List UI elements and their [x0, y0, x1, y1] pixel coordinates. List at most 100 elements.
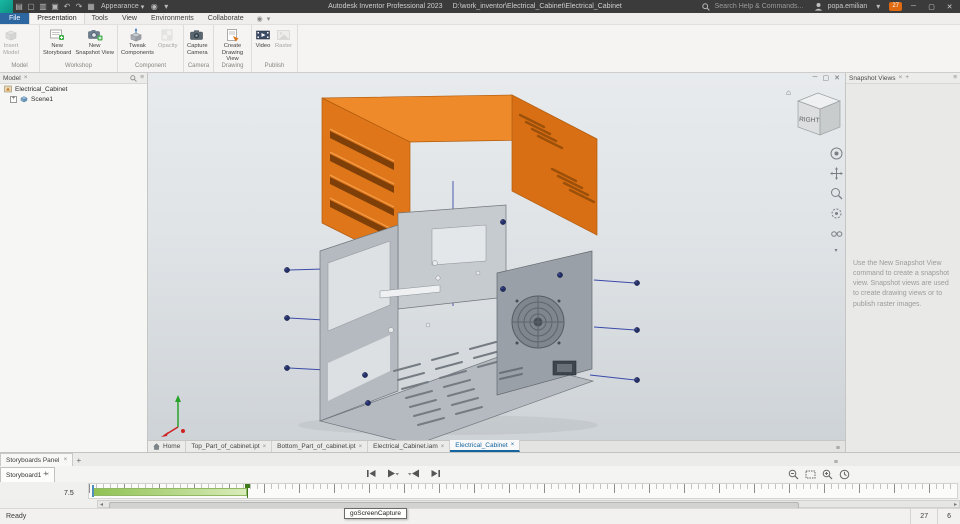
group-label-component: Component: [134, 63, 167, 69]
timeline-zoom-controls: [788, 469, 850, 480]
zoom-in-icon[interactable]: [822, 469, 833, 480]
capture-camera-button[interactable]: Capture Camera: [186, 27, 209, 57]
restore-button[interactable]: ▢: [925, 3, 938, 11]
browser-search-icon[interactable]: [130, 74, 137, 82]
close-icon[interactable]: ×: [441, 444, 445, 450]
navbar-more-icon[interactable]: ▾: [834, 247, 837, 254]
close-icon[interactable]: ×: [359, 444, 363, 450]
tab-presentation[interactable]: Presentation: [29, 13, 85, 24]
timeline-start-marker: [92, 485, 94, 497]
save-icon[interactable]: ▣: [49, 2, 61, 11]
browser-root-item[interactable]: Electrical_Cabinet: [0, 84, 147, 94]
orbit-icon[interactable]: [830, 207, 843, 220]
snapshot-panel-menu-icon[interactable]: ≡: [953, 74, 957, 82]
animation-duration-bar[interactable]: [93, 488, 247, 496]
z-axis-dot: [181, 429, 185, 433]
expand-plus-icon[interactable]: +: [10, 95, 17, 103]
search-input[interactable]: [712, 2, 809, 11]
zoom-out-icon[interactable]: [788, 469, 799, 480]
viewcube-home-icon[interactable]: ⌂: [786, 88, 791, 97]
print-icon[interactable]: ▦: [85, 2, 97, 11]
tweak-components-button[interactable]: Tweak Components: [120, 27, 155, 57]
doc-restore-icon[interactable]: ▢: [823, 74, 830, 82]
look-at-icon[interactable]: [830, 227, 843, 240]
play-reverse-button[interactable]: [408, 469, 421, 478]
viewport-3d[interactable]: ─ ▢ ✕ ⌂ RIGHT ▾ Home Top_Part_of_cabinet…: [148, 73, 845, 452]
ribbon-group-workshop: New Storyboard New Snapshot View Worksho…: [40, 25, 118, 72]
doc-tab-presentation-active[interactable]: Electrical_Cabinet ×: [450, 440, 521, 452]
tab-tools[interactable]: Tools: [85, 13, 115, 24]
doc-tab-home[interactable]: Home: [148, 441, 187, 452]
storyboards-panel-menu-icon[interactable]: ≡: [834, 459, 838, 466]
new-snapshot-view-button[interactable]: New Snapshot View: [74, 27, 115, 57]
tweak-components-icon: [130, 28, 143, 42]
doc-tab-bottom-part[interactable]: Bottom_Part_of_cabinet.ipt ×: [272, 441, 369, 452]
go-to-end-button[interactable]: [430, 469, 441, 478]
new-file-icon[interactable]: ▢: [25, 2, 37, 11]
insert-model-button[interactable]: Insert Model: [2, 27, 20, 57]
close-icon[interactable]: ×: [263, 444, 267, 450]
status-count-b: 6: [937, 509, 960, 524]
view-cube[interactable]: ⌂ RIGHT: [784, 85, 845, 143]
open-file-icon[interactable]: ▥: [37, 2, 49, 11]
browser-scene-item[interactable]: + Scene1: [0, 94, 147, 104]
pan-icon[interactable]: [829, 167, 843, 180]
new-storyboard-button[interactable]: New Storyboard: [42, 27, 72, 57]
browser-menu-icon[interactable]: ≡: [140, 74, 144, 82]
horizontal-scrollbar[interactable]: ◂ ▸: [97, 500, 960, 509]
application-menu-icon[interactable]: ▤: [13, 2, 25, 11]
timeline-playhead[interactable]: [245, 484, 250, 498]
go-to-start-button[interactable]: [366, 469, 377, 478]
notification-badge[interactable]: 27: [889, 2, 902, 11]
minimize-button[interactable]: ─: [907, 3, 920, 10]
tab-view[interactable]: View: [115, 13, 144, 24]
storyboards-panel-tab[interactable]: Storyboards Panel ×: [0, 453, 74, 466]
snapshot-panel-close-icon[interactable]: ×: [899, 74, 903, 82]
play-button[interactable]: [386, 469, 399, 478]
doc-tab-assembly[interactable]: Electrical_Cabinet.iam ×: [368, 441, 451, 452]
add-storyboard-icon[interactable]: +: [40, 468, 51, 479]
tab-environments[interactable]: Environments: [144, 13, 201, 24]
doc-close-icon[interactable]: ✕: [834, 74, 840, 82]
user-menu-caret-icon[interactable]: ▾: [872, 2, 884, 11]
timeline-ruler[interactable]: [88, 483, 958, 499]
add-panel-icon[interactable]: +: [73, 455, 84, 466]
ribbon-group-component: Tweak Components Opacity Component: [118, 25, 184, 72]
gray-chassis-part[interactable]: [318, 204, 595, 440]
quick-access-more-icon[interactable]: ▾: [160, 2, 172, 11]
zoom-icon[interactable]: [830, 187, 843, 200]
snapshot-panel-title: Snapshot Views: [849, 74, 896, 82]
document-window-controls: ─ ▢ ✕: [813, 74, 840, 82]
new-snapshot-view-icon: [87, 30, 103, 41]
group-label-workshop: Workshop: [65, 63, 92, 69]
viewcube-face-label: RIGHT: [799, 116, 820, 124]
tab-collaborate[interactable]: Collaborate: [201, 13, 251, 24]
raster-button[interactable]: Raster: [274, 27, 293, 51]
tab-file[interactable]: File: [0, 13, 30, 24]
opacity-button[interactable]: Opacity: [157, 27, 179, 51]
help-search[interactable]: [701, 2, 809, 11]
ribbon-options-caret-icon[interactable]: ▾: [267, 15, 271, 23]
document-path: D:\work_inventor\Electrical_Cabinet\Elec…: [452, 3, 622, 10]
zoom-window-icon[interactable]: [805, 469, 816, 480]
storyboards-panel-close-icon[interactable]: ×: [63, 456, 67, 464]
3d-scene-exploded-view[interactable]: [148, 73, 845, 440]
doc-tab-top-part[interactable]: Top_Part_of_cabinet.ipt ×: [186, 441, 273, 452]
inventor-logo[interactable]: [0, 0, 13, 13]
undo-icon[interactable]: ↶: [61, 2, 73, 11]
appearance-dropdown[interactable]: Appearance ▾: [101, 3, 144, 11]
record-icon[interactable]: ◉: [148, 2, 160, 11]
ribbon-record-icon[interactable]: ◉: [257, 15, 263, 23]
video-button[interactable]: Video: [254, 27, 272, 51]
user-name[interactable]: popa.emilian: [828, 3, 868, 10]
redo-icon[interactable]: ↷: [73, 2, 85, 11]
snapshot-panel-add-icon[interactable]: +: [905, 74, 909, 82]
timeline-clock-icon[interactable]: [839, 469, 850, 480]
create-drawing-view-button[interactable]: Create Drawing View: [216, 27, 249, 64]
close-icon[interactable]: ×: [511, 442, 515, 448]
doc-tabs-menu-icon[interactable]: ≡: [831, 445, 845, 452]
close-button[interactable]: ✕: [943, 3, 956, 11]
browser-close-icon[interactable]: ×: [24, 74, 28, 82]
doc-minimize-icon[interactable]: ─: [813, 74, 818, 82]
navigation-wheel-icon[interactable]: [830, 147, 843, 160]
